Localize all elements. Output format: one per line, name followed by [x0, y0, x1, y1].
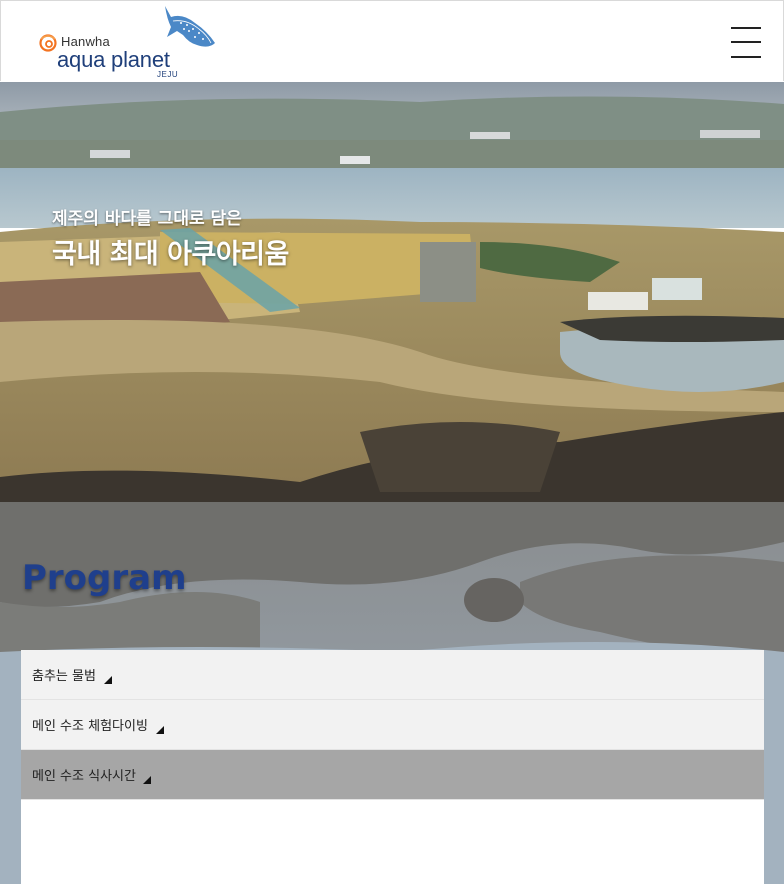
menu-line	[731, 41, 761, 43]
brand-location: JEJU	[157, 70, 179, 79]
expand-arrow-icon	[143, 776, 151, 784]
accordion-item-main-tank-diving[interactable]: 메인 수조 체험다이빙	[21, 700, 764, 750]
menu-line	[731, 56, 761, 58]
hero-title: 국내 최대 아쿠아리움	[52, 239, 289, 270]
accordion-item-label: 춤추는 물범	[32, 669, 96, 684]
menu-line	[731, 27, 761, 29]
aqua-planet-logo[interactable]: Hanwha aqua planet JEJU	[35, 3, 225, 83]
hanwha-logo-icon	[39, 34, 57, 52]
accordion-item-main-tank-feeding[interactable]: 메인 수조 식사시간	[21, 750, 764, 800]
whale-shark-icon	[165, 6, 215, 47]
hero-subtitle: 제주의 바다를 그대로 담은	[52, 209, 242, 229]
program-section: Program 춤추는 물범 메인 수조 체험다이빙 메인 수조 식사시간	[0, 502, 784, 884]
site-header: Hanwha aqua planet JEJU	[0, 0, 784, 81]
expand-arrow-icon	[156, 726, 164, 734]
program-accordion: 춤추는 물범 메인 수조 체험다이빙 메인 수조 식사시간	[21, 650, 764, 884]
accordion-panel-content	[21, 800, 764, 884]
brand-name: aqua planet	[57, 47, 170, 72]
hero-banner: 제주의 바다를 그대로 담은 국내 최대 아쿠아리움	[0, 82, 784, 502]
hero-aerial-image	[0, 82, 784, 502]
accordion-item-dancing-seal[interactable]: 춤추는 물범	[21, 650, 764, 700]
program-title: Program	[22, 558, 187, 598]
hamburger-menu-icon[interactable]	[731, 27, 761, 59]
accordion-item-label: 메인 수조 체험다이빙	[32, 719, 148, 734]
accordion-item-label: 메인 수조 식사시간	[32, 769, 136, 784]
expand-arrow-icon	[104, 676, 112, 684]
